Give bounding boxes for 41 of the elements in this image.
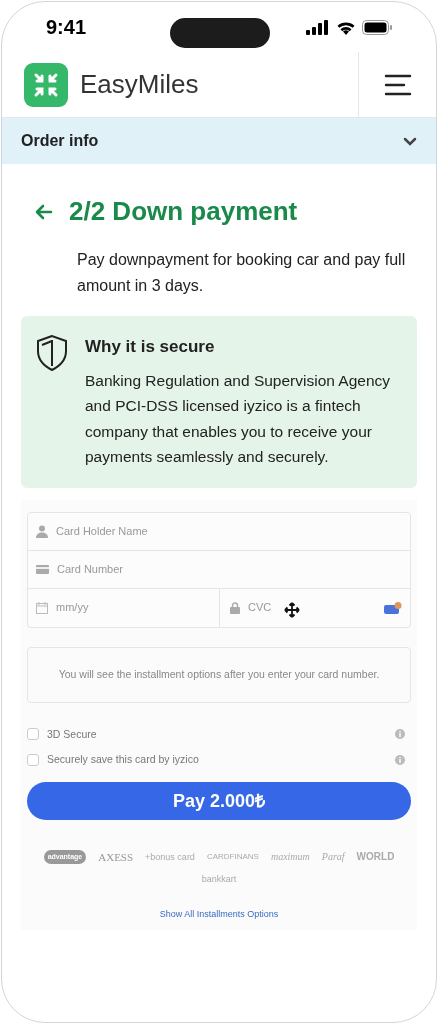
installments-note: You will see the installment options after you enter your card number. bbox=[58, 666, 380, 682]
menu-icon bbox=[383, 73, 412, 96]
option-label: 3D Secure bbox=[47, 726, 98, 742]
cvc-field[interactable]: CVC bbox=[248, 599, 358, 616]
secure-note-text: Banking Regulation and Supervision Agency and PCI-DSS licensed iyzico is a fintech company that enables you to receive your payments seamlessly and securely. bbox=[85, 370, 392, 467]
card-icon bbox=[36, 564, 49, 574]
option-label: Securely save this card by iyzico bbox=[47, 752, 200, 768]
step-description: Pay downpayment for booking car and pay full amount in 3 days. bbox=[76, 250, 407, 296]
brand-name: EasyMiles bbox=[80, 68, 199, 101]
card-brand-logo: maximum bbox=[270, 850, 310, 864]
card-holder-field[interactable]: Card Holder Name bbox=[56, 522, 410, 540]
person-icon bbox=[36, 524, 48, 538]
card-brand-logo: WORLD bbox=[356, 850, 395, 864]
move-cursor-icon bbox=[284, 601, 300, 618]
card-brand-logo: AXESS bbox=[98, 850, 134, 864]
wifi-icon bbox=[336, 19, 356, 35]
page-title: 2/2 Down payment bbox=[69, 195, 298, 228]
card-brand-logo: +bonus card bbox=[145, 851, 195, 864]
shield-icon bbox=[35, 334, 69, 372]
checkbox[interactable] bbox=[27, 754, 39, 767]
card-brand-logo: CARDFINANS bbox=[206, 851, 259, 863]
card-brand-icon bbox=[384, 601, 402, 614]
calendar-icon bbox=[36, 601, 48, 614]
order-info-bar[interactable]: Order info bbox=[2, 118, 436, 164]
status-time: 9:41 bbox=[46, 15, 87, 40]
pay-button[interactable]: Pay 2.000₺ bbox=[27, 782, 411, 820]
installments-link[interactable]: Show All Installments Options bbox=[159, 908, 279, 922]
card-brand-logo: Paraf bbox=[321, 850, 345, 864]
secure-note-title: Why it is secure bbox=[85, 336, 216, 358]
signal-icon bbox=[306, 19, 330, 35]
card-brand-logo: bankkart bbox=[201, 873, 237, 886]
card-number-field[interactable]: Card Number bbox=[57, 560, 410, 578]
info-icon[interactable] bbox=[395, 729, 405, 740]
back-arrow-icon[interactable] bbox=[35, 203, 53, 220]
expiry-field[interactable]: mm/yy bbox=[56, 599, 206, 616]
info-icon[interactable] bbox=[395, 755, 405, 766]
chevron-icon bbox=[403, 136, 417, 146]
logo-icon bbox=[24, 62, 68, 107]
lock-icon bbox=[230, 601, 240, 614]
checkbox[interactable] bbox=[27, 728, 39, 741]
battery-icon bbox=[362, 19, 392, 35]
